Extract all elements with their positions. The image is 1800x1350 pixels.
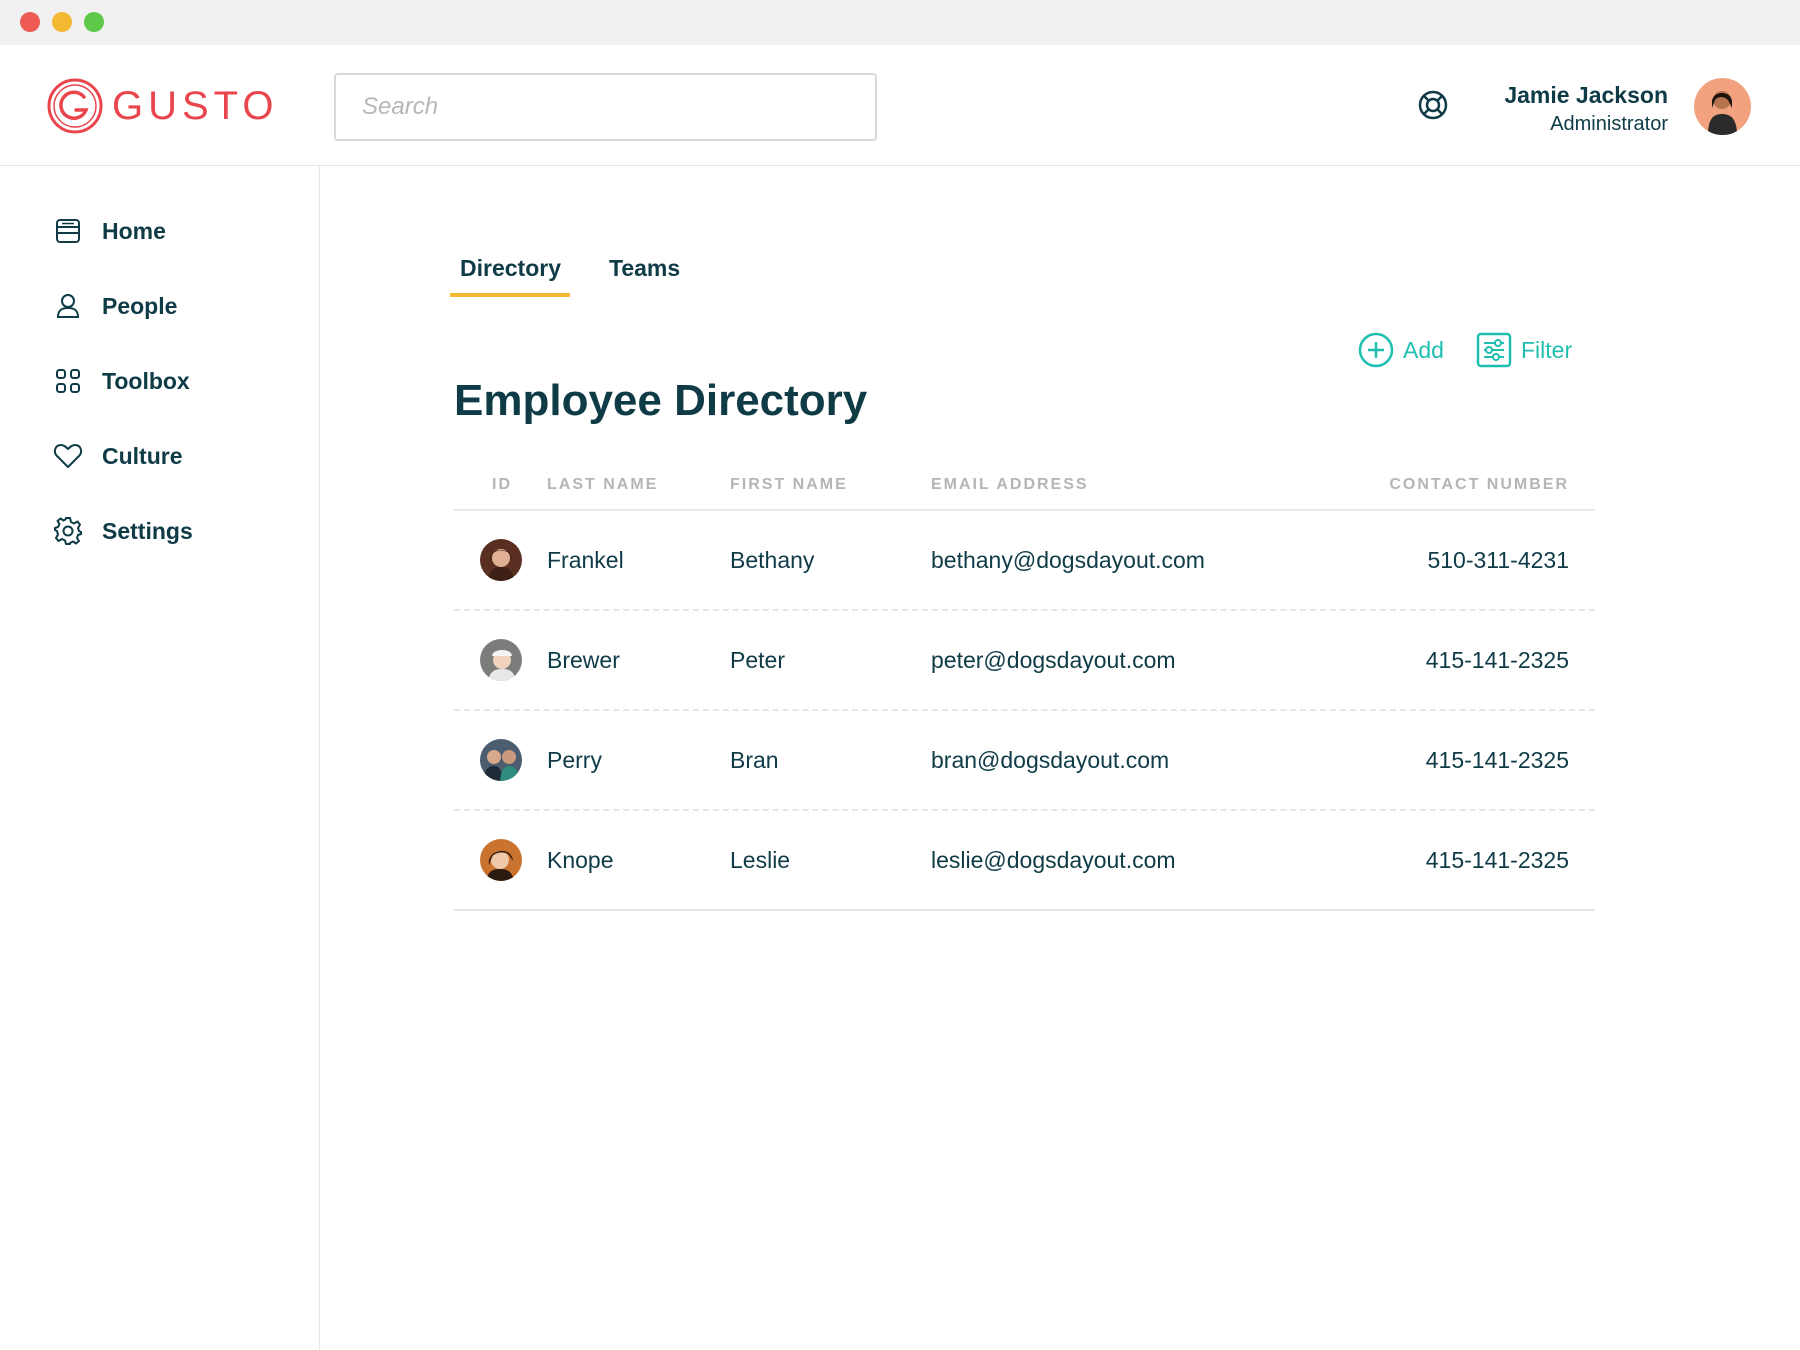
cell-email[interactable]: leslie@dogsdayout.com	[931, 847, 1176, 874]
minimize-window-button[interactable]	[52, 12, 72, 32]
heart-icon	[53, 444, 83, 468]
sidebar: Home People Toolbox Culture Settings	[0, 166, 320, 1350]
column-header-first-name[interactable]: FIRST NAME	[730, 476, 848, 494]
page-title: Employee Directory	[454, 376, 868, 425]
sidebar-item-label: Home	[102, 217, 166, 244]
sidebar-item-label: People	[102, 292, 178, 319]
filter-button-label: Filter	[1521, 336, 1573, 363]
top-header: GUSTO Jamie Jackson Administrator	[0, 45, 1800, 166]
sidebar-item-culture[interactable]: Culture	[52, 436, 183, 476]
window-titlebar	[0, 0, 1800, 45]
add-button[interactable]: Add	[1358, 332, 1444, 368]
cell-contact-number: 510-311-4231	[1427, 547, 1569, 573]
home-icon	[56, 219, 80, 243]
cell-last-name: Frankel	[547, 547, 624, 573]
cell-last-name: Perry	[547, 747, 602, 773]
brand-logo[interactable]: GUSTO	[46, 77, 279, 135]
table-header: ID LAST NAME FIRST NAME EMAIL ADDRESS CO…	[454, 470, 1595, 511]
cell-first-name: Leslie	[730, 847, 791, 873]
user-info[interactable]: Jamie Jackson Administrator	[1504, 81, 1668, 136]
brand-name: GUSTO	[112, 83, 279, 128]
sidebar-item-label: Toolbox	[102, 367, 190, 394]
cell-first-name: Bran	[730, 747, 779, 773]
employee-avatar	[480, 639, 522, 681]
cell-first-name: Peter	[730, 647, 785, 673]
filter-button[interactable]: Filter	[1476, 332, 1572, 368]
avatar-image-icon	[480, 539, 522, 581]
sidebar-item-settings[interactable]: Settings	[52, 511, 193, 551]
cell-first-name: Bethany	[730, 547, 815, 573]
employee-table: ID LAST NAME FIRST NAME EMAIL ADDRESS CO…	[454, 470, 1595, 911]
employee-avatar	[480, 739, 522, 781]
tab-teams[interactable]: Teams	[609, 255, 680, 282]
employee-avatar	[480, 539, 522, 581]
active-tab-indicator	[450, 293, 570, 297]
table-row[interactable]: Frankel Bethany bethany@dogsdayout.com 5…	[454, 511, 1595, 611]
cell-last-name: Brewer	[547, 647, 620, 673]
tab-directory[interactable]: Directory	[460, 255, 561, 282]
filter-sliders-icon	[1476, 332, 1512, 368]
sidebar-item-toolbox[interactable]: Toolbox	[52, 361, 190, 401]
maximize-window-button[interactable]	[84, 12, 104, 32]
person-icon	[56, 294, 80, 318]
employee-avatar	[480, 839, 522, 881]
cell-contact-number: 415-141-2325	[1425, 747, 1569, 773]
avatar-image-icon	[480, 739, 522, 781]
cell-email[interactable]: bran@dogsdayout.com	[931, 747, 1169, 774]
user-name: Jamie Jackson	[1504, 82, 1668, 108]
avatar-image-icon	[480, 639, 522, 681]
column-header-email[interactable]: EMAIL ADDRESS	[931, 476, 1089, 494]
add-button-label: Add	[1403, 336, 1444, 363]
lifebuoy-help-icon[interactable]	[1416, 88, 1450, 122]
cell-last-name: Knope	[547, 847, 614, 873]
cell-contact-number: 415-141-2325	[1425, 647, 1569, 673]
user-role: Administrator	[1550, 113, 1668, 135]
cell-email[interactable]: peter@dogsdayout.com	[931, 647, 1176, 674]
column-header-id[interactable]: ID	[492, 476, 512, 494]
table-row[interactable]: Perry Bran bran@dogsdayout.com 415-141-2…	[454, 711, 1595, 811]
grid-icon	[56, 369, 80, 393]
avatar-image-icon	[1694, 78, 1751, 135]
sidebar-item-label: Culture	[102, 442, 183, 469]
avatar-image-icon	[480, 839, 522, 881]
table-row[interactable]: Knope Leslie leslie@dogsdayout.com 415-1…	[454, 811, 1595, 911]
table-row[interactable]: Brewer Peter peter@dogsdayout.com 415-14…	[454, 611, 1595, 711]
gear-icon	[54, 517, 82, 545]
user-avatar[interactable]	[1694, 78, 1751, 135]
sidebar-item-people[interactable]: People	[52, 286, 177, 326]
search-input[interactable]	[334, 73, 877, 141]
sidebar-item-label: Settings	[102, 517, 193, 544]
plus-circle-icon	[1358, 332, 1394, 368]
cell-email[interactable]: bethany@dogsdayout.com	[931, 547, 1205, 574]
column-header-contact-number[interactable]: CONTACT NUMBER	[1389, 476, 1569, 494]
sidebar-item-home[interactable]: Home	[52, 211, 166, 251]
gusto-logo-icon	[47, 78, 103, 134]
cell-contact-number: 415-141-2325	[1425, 847, 1569, 873]
close-window-button[interactable]	[20, 12, 40, 32]
column-header-last-name[interactable]: LAST NAME	[547, 476, 658, 494]
